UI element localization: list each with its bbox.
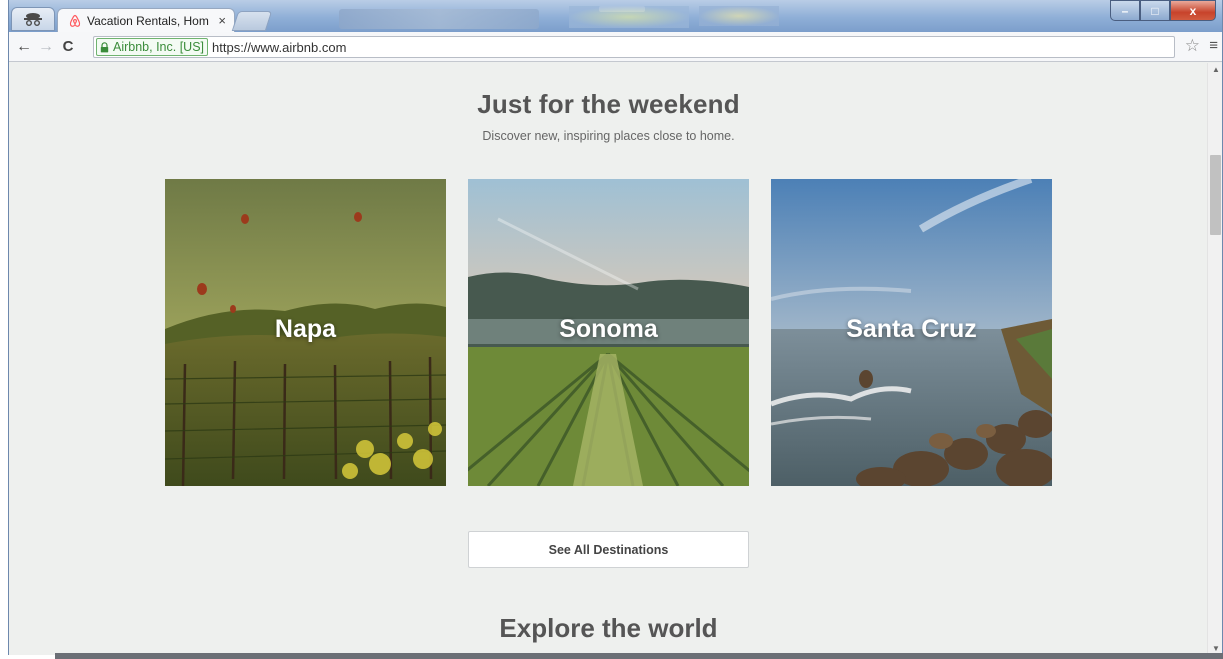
- forward-button[interactable]: →: [35, 36, 57, 58]
- scroll-up-arrow-icon[interactable]: ▲: [1212, 65, 1220, 74]
- ev-certificate-label: Airbnb, Inc. [US]: [113, 40, 205, 54]
- new-tab-button[interactable]: [231, 11, 273, 31]
- tab-close-icon[interactable]: ×: [218, 13, 226, 28]
- destination-label-sonoma: Sonoma: [559, 315, 658, 343]
- destination-label-napa: Napa: [274, 315, 337, 343]
- chrome-menu-icon[interactable]: ≡: [1209, 37, 1218, 54]
- address-bar[interactable]: Airbnb, Inc. [US] https://www.airbnb.com: [93, 36, 1175, 58]
- destination-card-sonoma[interactable]: Sonoma: [468, 179, 749, 486]
- browser-window: Vacation Rentals, Hom × – □ x ← → C Airb…: [8, 0, 1223, 655]
- destination-card-napa[interactable]: Napa: [165, 179, 446, 486]
- back-button[interactable]: ←: [13, 36, 35, 58]
- explore-section-title: Explore the world: [499, 613, 718, 643]
- weekend-section-title: Just for the weekend: [477, 89, 740, 119]
- background-window-blur-2: [699, 6, 779, 26]
- background-window-blur: [569, 6, 689, 28]
- bookmark-star-icon[interactable]: ☆: [1185, 36, 1200, 56]
- ev-certificate-badge[interactable]: Airbnb, Inc. [US]: [96, 38, 209, 56]
- url-text: https://www.airbnb.com: [212, 39, 347, 55]
- page-scrollbar[interactable]: ▲ ▼: [1207, 63, 1222, 655]
- title-bar: Vacation Rentals, Hom × – □ x: [9, 0, 1222, 32]
- taskbar-edge: [55, 653, 1223, 659]
- weekend-section-subtitle: Discover new, inspiring places close to …: [482, 129, 735, 143]
- destination-card-santa-cruz[interactable]: Santa Cruz: [771, 179, 1052, 486]
- scroll-thumb[interactable]: [1210, 155, 1221, 235]
- tab-airbnb[interactable]: Vacation Rentals, Hom ×: [57, 8, 235, 32]
- minimize-button[interactable]: –: [1110, 0, 1140, 21]
- airbnb-icon: [68, 14, 82, 28]
- browser-toolbar: ← → C Airbnb, Inc. [US] https://www.airb…: [9, 32, 1222, 62]
- reload-button[interactable]: C: [57, 36, 79, 58]
- scroll-down-arrow-icon[interactable]: ▼: [1212, 644, 1220, 653]
- destination-label-santa-cruz: Santa Cruz: [846, 315, 977, 343]
- page-content: Just for the weekend Discover new, inspi…: [9, 63, 1208, 655]
- window-controls: – □ x: [1110, 0, 1216, 22]
- see-all-destinations-button[interactable]: See All Destinations: [468, 531, 749, 568]
- lock-icon: [100, 41, 109, 52]
- profile-avatar-button[interactable]: [11, 7, 55, 31]
- close-window-button[interactable]: x: [1170, 0, 1216, 21]
- incognito-icon: [24, 13, 42, 26]
- tab-title: Vacation Rentals, Hom: [87, 13, 209, 28]
- maximize-button[interactable]: □: [1140, 0, 1170, 21]
- background-tab-blur: [339, 9, 539, 29]
